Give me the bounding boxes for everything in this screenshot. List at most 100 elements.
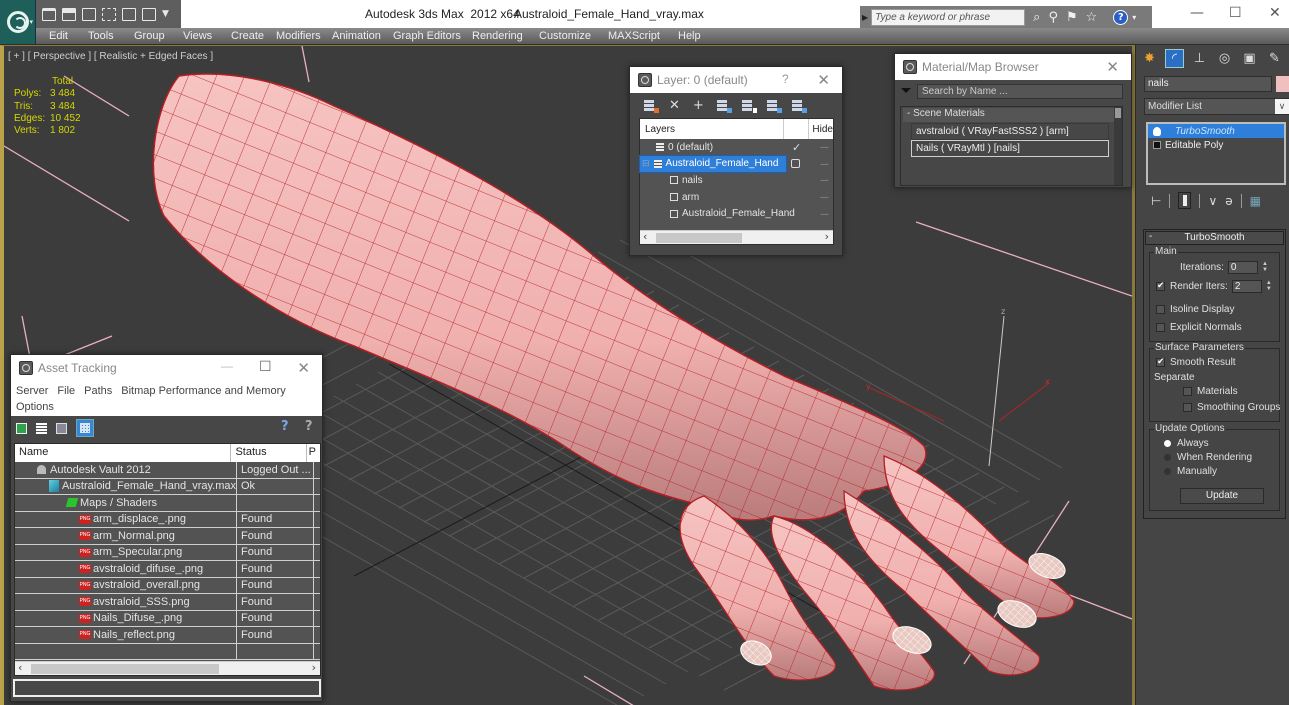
context-help-icon[interactable]: ?: [305, 419, 313, 434]
menu-options[interactable]: Options: [16, 401, 54, 413]
motion-tab-icon[interactable]: ◎: [1215, 49, 1234, 68]
menu-group[interactable]: Group: [134, 30, 165, 42]
close-button[interactable]: ✕: [817, 71, 830, 89]
help-caret-icon[interactable]: ▾: [1132, 13, 1136, 22]
minimize-button[interactable]: —: [221, 359, 233, 373]
asset-row[interactable]: PNG avstraloid_SSS.png Found: [15, 594, 320, 611]
application-menu-button[interactable]: ▾: [0, 0, 36, 44]
help-icon[interactable]: ?: [1113, 9, 1129, 25]
close-button[interactable]: ✕: [297, 359, 310, 377]
menu-graph-editors[interactable]: Graph Editors: [393, 30, 461, 42]
spinner-arrows-icon[interactable]: ▲ ▼: [1261, 261, 1269, 274]
layer-row-default[interactable]: 0 (default) ✓ ----: [640, 139, 833, 156]
asset-row[interactable]: PNG Nails_Difuse_.png Found: [15, 610, 320, 627]
menu-maxscript[interactable]: MAXScript: [608, 30, 660, 42]
layer-dialog-titlebar[interactable]: Layer: 0 (default) ? ✕: [630, 67, 842, 93]
menu-views[interactable]: Views: [183, 30, 212, 42]
hide-toggle[interactable]: ----: [820, 192, 829, 202]
close-window-button[interactable]: ✕: [1269, 5, 1281, 21]
viewport-label-menu[interactable]: [ + ] [ Perspective ] [ Realistic + Edge…: [8, 51, 213, 62]
collapse-icon[interactable]: ⊟: [642, 158, 650, 169]
status-column-header[interactable]: Status: [231, 444, 307, 462]
rollout-header[interactable]: - TurboSmooth: [1145, 231, 1284, 245]
material-browser-titlebar[interactable]: Material/Map Browser ✕: [895, 54, 1131, 80]
object-row-nails[interactable]: nails ----: [640, 172, 833, 189]
expand-icon[interactable]: [1153, 141, 1161, 149]
menu-rendering[interactable]: Rendering: [472, 30, 523, 42]
hide-toggle[interactable]: ----: [820, 209, 829, 219]
asset-row[interactable]: Autodesk Vault 2012 Logged Out ...: [15, 462, 320, 479]
create-tab-icon[interactable]: ✸: [1140, 49, 1159, 68]
menu-animation[interactable]: Animation: [332, 30, 381, 42]
customize-toolbar-caret-icon[interactable]: ▼: [162, 9, 169, 19]
menu-customize[interactable]: Customize: [539, 30, 591, 42]
close-button[interactable]: ✕: [1106, 58, 1119, 76]
material-item-avstraloid[interactable]: avstraloid ( VRayFastSSS2 ) [arm]: [911, 123, 1109, 140]
maximize-window-button[interactable]: ☐: [1229, 5, 1242, 21]
keyword-search-input[interactable]: Type a keyword or phrase: [871, 8, 1026, 26]
object-row-arm[interactable]: arm ----: [640, 189, 833, 206]
hide-toggle[interactable]: ----: [820, 159, 829, 169]
asset-row[interactable]: Maps / Shaders: [15, 495, 320, 512]
stack-item-editable-poly[interactable]: Editable Poly: [1148, 138, 1284, 152]
minimize-window-button[interactable]: —: [1190, 5, 1204, 21]
current-column-header[interactable]: [784, 119, 810, 139]
new-scene-icon[interactable]: [142, 7, 156, 21]
hide-toggle[interactable]: ----: [820, 142, 829, 152]
maximize-button[interactable]: ☐: [259, 358, 272, 375]
refresh-icon[interactable]: [16, 422, 27, 434]
current-layer-toggle[interactable]: [791, 159, 800, 169]
pin-stack-icon[interactable]: ⊢: [1151, 194, 1161, 208]
save-file-icon[interactable]: [62, 7, 76, 21]
stack-item-turbosmooth[interactable]: TurboSmooth: [1148, 124, 1284, 138]
name-column-header[interactable]: Name: [15, 444, 232, 462]
iterations-spinner[interactable]: 0: [1227, 261, 1258, 274]
modify-tab-icon[interactable]: ◜: [1165, 49, 1184, 68]
favorites-star-icon[interactable]: ☆: [1086, 11, 1098, 24]
object-row-australoid[interactable]: Australoid_Female_Hand ----: [640, 205, 833, 222]
update-when-rendering-option[interactable]: When Rendering: [1164, 452, 1252, 463]
vertical-scrollbar[interactable]: [1114, 107, 1122, 185]
menu-bitmap-performance[interactable]: Bitmap Performance and Memory: [121, 385, 285, 397]
scrollbar-thumb[interactable]: [31, 664, 219, 674]
hide-unhide-all-icon[interactable]: [766, 99, 782, 113]
modifier-list-dropdown[interactable]: Modifier List ∨: [1144, 98, 1289, 115]
isoline-display-checkbox[interactable]: [1156, 305, 1165, 314]
menu-file[interactable]: File: [57, 385, 75, 397]
undo-icon[interactable]: [82, 7, 96, 21]
open-file-icon[interactable]: [42, 7, 56, 21]
asset-row[interactable]: PNG avstraloid_difuse_.png Found: [15, 561, 320, 578]
scroll-right-icon[interactable]: ›: [825, 230, 829, 243]
binoculars-search-icon[interactable]: ⌕: [1033, 11, 1040, 24]
asset-row[interactable]: PNG arm_displace_.png Found: [15, 511, 320, 528]
layers-column-header[interactable]: Layers: [640, 119, 785, 139]
asset-row[interactable]: PNG arm_Specular.png Found: [15, 544, 320, 561]
scroll-left-icon[interactable]: ‹: [18, 661, 22, 674]
utilities-tab-icon[interactable]: ✎: [1265, 49, 1284, 68]
hide-toggle[interactable]: ----: [820, 175, 829, 185]
menu-paths[interactable]: Paths: [84, 385, 112, 397]
browser-options-menu-icon[interactable]: [901, 88, 911, 93]
layer-row-australoid[interactable]: ⊟ Australoid_Female_Hand ----: [639, 154, 833, 174]
update-always-option[interactable]: Always: [1164, 438, 1209, 449]
search-by-name-input[interactable]: Search by Name ...: [917, 84, 1123, 99]
make-unique-icon[interactable]: ∨: [1208, 194, 1217, 208]
add-to-layer-icon[interactable]: +: [693, 98, 704, 113]
horizontal-scrollbar[interactable]: ‹ ›: [640, 230, 833, 244]
menu-help[interactable]: Help: [678, 30, 701, 42]
radio-always[interactable]: [1164, 440, 1171, 447]
highlight-selected-layer-icon[interactable]: [741, 99, 757, 113]
delete-layer-icon[interactable]: ✕: [669, 98, 680, 113]
update-manually-option[interactable]: Manually: [1164, 466, 1217, 477]
configure-modifier-sets-icon[interactable]: ▦: [1250, 194, 1261, 208]
object-name-input[interactable]: nails: [1144, 76, 1272, 92]
scene-materials-group[interactable]: - Scene Materials: [903, 108, 1120, 122]
redo-icon[interactable]: [122, 7, 136, 21]
help-button[interactable]: ?: [782, 72, 789, 86]
project-folder-icon[interactable]: [102, 7, 116, 21]
thumbnail-view-icon[interactable]: [56, 422, 67, 434]
smoothing-groups-checkbox[interactable]: [1183, 403, 1192, 412]
explicit-normals-checkbox[interactable]: [1156, 323, 1165, 332]
freeze-unfreeze-all-icon[interactable]: [791, 99, 807, 113]
material-item-nails[interactable]: Nails ( VRayMtl ) [nails]: [911, 140, 1109, 157]
